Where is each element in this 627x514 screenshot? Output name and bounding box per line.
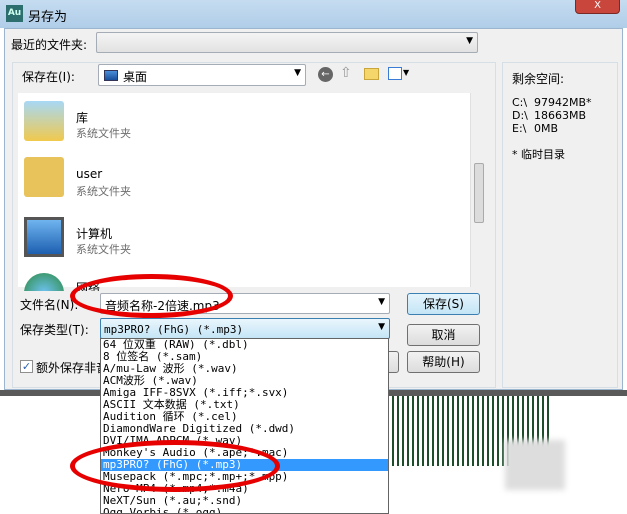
- extra-save-label: 额外保存非音: [36, 361, 109, 375]
- close-button[interactable]: X: [575, 0, 620, 14]
- save-in-combo[interactable]: 桌面 ▼: [98, 64, 306, 86]
- title-bar: Au 另存为 X: [0, 0, 627, 28]
- free-space-title: 剩余空间:: [512, 72, 565, 86]
- recent-folders-combo[interactable]: ▼: [96, 32, 478, 53]
- file-name: 库: [76, 111, 89, 125]
- extra-save-checkbox[interactable]: ✓: [20, 360, 33, 373]
- save-in-value: 桌面: [123, 70, 148, 84]
- file-type: 系统文件夹: [76, 243, 131, 256]
- filetype-dropdown-list[interactable]: 64 位双重 (RAW) (*.dbl) 8 位签名 (*.sam) A/mu-La…: [100, 338, 389, 514]
- file-list-scrollbar[interactable]: [470, 93, 487, 287]
- blurred-watermark: [505, 440, 565, 490]
- user-folder-icon: [24, 157, 64, 197]
- file-list[interactable]: 库 系统文件夹 user 系统文件夹 计算机 系统文件夹 网络: [18, 93, 470, 291]
- filename-value: 音频名称-2倍速.mp3: [105, 299, 220, 313]
- temp-dir-note: * 临时目录: [512, 148, 565, 161]
- list-item[interactable]: 库 系统文件夹: [18, 97, 470, 147]
- desktop-icon: [104, 70, 118, 81]
- filetype-label: 保存类型(T):: [20, 323, 89, 337]
- computer-icon: [24, 217, 64, 257]
- file-name: 网络: [76, 281, 101, 291]
- chevron-down-icon[interactable]: ▼: [403, 68, 409, 77]
- library-icon: [24, 101, 64, 141]
- file-name: 计算机: [76, 227, 113, 241]
- new-folder-icon[interactable]: [364, 68, 379, 80]
- list-item[interactable]: 计算机 系统文件夹: [18, 213, 470, 263]
- filename-input[interactable]: 音频名称-2倍速.mp3 ▼: [100, 293, 390, 314]
- drive-list: C:\ 97942MB* D:\ 18663MB E:\ 0MB: [512, 96, 592, 135]
- save-button[interactable]: 保存(S): [407, 293, 480, 315]
- filetype-option[interactable]: Ogg Vorbis (*.ogg): [101, 507, 388, 514]
- drive-row: D:\ 18663MB: [512, 109, 587, 122]
- drive-row: E:\ 0MB: [512, 122, 559, 135]
- view-menu-icon[interactable]: [388, 67, 402, 80]
- file-name: user: [76, 167, 103, 181]
- scrollbar-thumb[interactable]: [474, 163, 484, 223]
- chevron-down-icon: ▼: [378, 297, 385, 307]
- filetype-value: mp3PRO? (FhG) (*.mp3): [104, 323, 244, 336]
- file-type: 系统文件夹: [76, 185, 131, 198]
- save-in-label: 保存在(I):: [22, 70, 75, 84]
- network-icon: [24, 273, 64, 291]
- up-folder-icon[interactable]: ⇧: [340, 65, 352, 81]
- filetype-select[interactable]: mp3PRO? (FhG) (*.mp3) ▼: [100, 318, 390, 339]
- back-icon[interactable]: ←: [318, 67, 333, 82]
- file-type: 系统文件夹: [76, 127, 131, 140]
- window-title: 另存为: [28, 10, 68, 25]
- chevron-down-icon: ▼: [466, 36, 473, 46]
- help-button[interactable]: 帮助(H): [407, 351, 480, 373]
- cancel-button[interactable]: 取消: [407, 324, 480, 346]
- recent-folders-label: 最近的文件夹:: [11, 38, 88, 52]
- drive-row: C:\ 97942MB*: [512, 96, 592, 109]
- audition-app-icon: Au: [6, 5, 23, 22]
- filename-label: 文件名(N):: [20, 298, 79, 312]
- list-item[interactable]: 网络: [18, 271, 470, 291]
- chevron-down-icon: ▼: [378, 322, 385, 332]
- chevron-down-icon: ▼: [294, 68, 301, 78]
- list-item[interactable]: user 系统文件夹: [18, 155, 470, 205]
